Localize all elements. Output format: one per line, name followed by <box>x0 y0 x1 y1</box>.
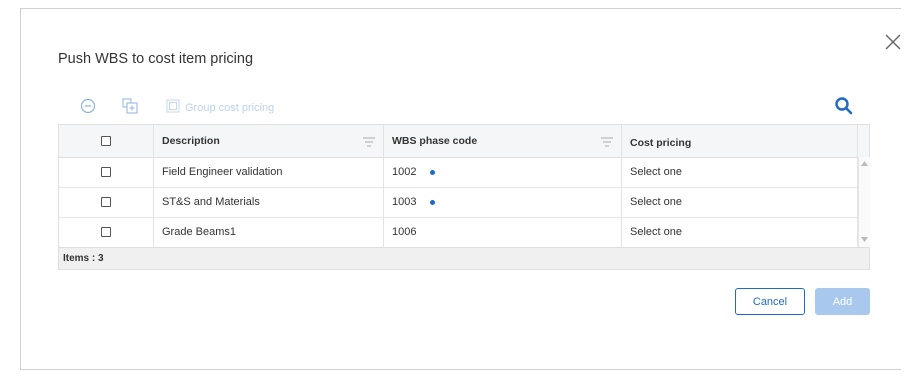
search-icon[interactable] <box>834 96 854 116</box>
wbs-code: 1006 <box>392 226 417 238</box>
status-dot-icon <box>430 199 436 205</box>
table-row[interactable]: Field Engineer validation 1002 Select on… <box>59 157 858 188</box>
scroll-up-icon[interactable] <box>861 161 868 166</box>
table-row[interactable]: ST&S and Materials 1003 Select one <box>59 187 858 218</box>
scroll-down-icon[interactable] <box>861 237 868 242</box>
status-dot-icon <box>430 169 436 175</box>
filter-icon[interactable] <box>363 137 375 147</box>
group-cost-pricing-button[interactable]: Group cost pricing <box>185 102 274 114</box>
wbs-code: 1003 <box>392 196 417 208</box>
grid-header: Description WBS phase code Cost pricing <box>59 125 869 158</box>
cost-pricing-dropdown[interactable]: Select one <box>622 217 858 247</box>
row-checkbox[interactable] <box>101 227 111 237</box>
grid-toolbar: Group cost pricing <box>58 93 870 121</box>
wbs-grid: Description WBS phase code Cost pricing … <box>58 124 870 270</box>
column-header-label: WBS phase code <box>392 135 478 147</box>
column-header-wbs-phase-code[interactable]: WBS phase code <box>384 125 622 157</box>
select-all-checkbox[interactable] <box>101 136 111 146</box>
dialog-title: Push WBS to cost item pricing <box>58 51 254 67</box>
wbs-cell: 1006 <box>384 217 622 247</box>
cost-pricing-dropdown[interactable]: Select one <box>622 157 858 187</box>
column-header-cost-pricing[interactable]: Cost pricing <box>622 125 858 157</box>
column-header-label: Description <box>162 135 220 147</box>
row-select-cell <box>59 157 154 187</box>
table-row[interactable]: Grade Beams1 1006 Select one <box>59 217 858 247</box>
group-icon <box>166 99 180 113</box>
cancel-button[interactable]: Cancel <box>735 288 805 315</box>
description-cell: ST&S and Materials <box>154 187 384 217</box>
close-icon[interactable] <box>884 33 902 51</box>
grid-footer: Items : 3 <box>59 247 869 269</box>
row-select-cell <box>59 187 154 217</box>
wbs-cell: 1002 <box>384 157 622 187</box>
wbs-cell: 1003 <box>384 187 622 217</box>
vertical-scrollbar[interactable] <box>858 157 870 247</box>
add-group-icon[interactable] <box>122 98 138 114</box>
column-header-description[interactable]: Description <box>154 125 384 157</box>
row-checkbox[interactable] <box>101 167 111 177</box>
add-button[interactable]: Add <box>815 288 870 315</box>
row-checkbox[interactable] <box>101 197 111 207</box>
wbs-code: 1002 <box>392 166 417 178</box>
row-select-cell <box>59 217 154 247</box>
column-header-label: Cost pricing <box>630 137 692 149</box>
minus-circle-icon[interactable] <box>80 98 96 114</box>
select-all-cell <box>59 125 154 157</box>
filter-icon[interactable] <box>601 137 613 147</box>
description-cell: Grade Beams1 <box>154 217 384 247</box>
description-cell: Field Engineer validation <box>154 157 384 187</box>
cost-pricing-dropdown[interactable]: Select one <box>622 187 858 217</box>
